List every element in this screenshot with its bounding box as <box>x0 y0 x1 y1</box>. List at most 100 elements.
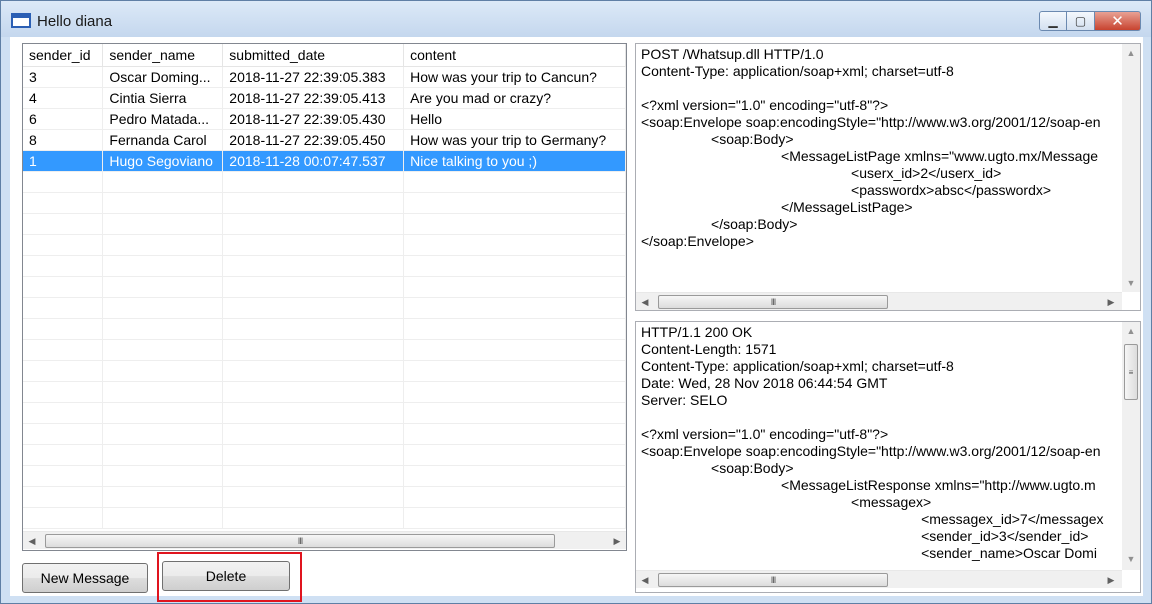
maximize-button[interactable]: ▢ <box>1067 11 1095 31</box>
empty-cell <box>403 234 626 256</box>
cell-sender-name: Hugo Segoviano <box>102 150 224 172</box>
grid-body: 3 Oscar Doming... 2018-11-27 22:39:05.383 H… <box>23 66 626 529</box>
empty-row <box>23 171 626 193</box>
cell-sender-name: Fernanda Carol <box>102 129 224 151</box>
empty-row <box>23 213 626 235</box>
empty-row <box>23 381 626 403</box>
empty-cell <box>102 255 224 277</box>
cell-content: How was your trip to Germany? <box>403 129 626 151</box>
empty-cell <box>102 318 224 340</box>
empty-cell <box>23 234 104 256</box>
cell-submitted-date: 2018-11-27 22:39:05.430 <box>222 108 405 130</box>
scroll-right-icon[interactable]: ▶ <box>1102 571 1120 589</box>
cell-content: How was your trip to Cancun? <box>403 66 626 88</box>
grid-horizontal-scrollbar[interactable]: ◀ III ▶ <box>23 531 626 549</box>
column-header-sender-id[interactable]: sender_id <box>23 44 104 67</box>
cell-sender-id: 3 <box>23 66 104 88</box>
cell-sender-id: 1 <box>23 150 104 172</box>
messages-grid[interactable]: sender_id sender_name submitted_date con… <box>22 43 627 551</box>
scroll-right-icon[interactable]: ▶ <box>1102 293 1120 310</box>
grid-scroll-thumb[interactable]: III <box>45 534 555 548</box>
empty-cell <box>222 486 405 508</box>
empty-cell <box>23 360 104 382</box>
scroll-right-icon[interactable]: ▶ <box>608 532 626 550</box>
cell-sender-id: 4 <box>23 87 104 109</box>
close-button[interactable]: ✕ <box>1095 11 1141 31</box>
scroll-down-icon[interactable]: ▼ <box>1122 550 1140 568</box>
empty-row <box>23 297 626 319</box>
empty-cell <box>222 465 405 487</box>
empty-cell <box>403 318 626 340</box>
empty-cell <box>102 444 224 466</box>
empty-cell <box>23 402 104 424</box>
empty-cell <box>222 276 405 298</box>
table-row[interactable]: 1 Hugo Segoviano 2018-11-28 00:07:47.537 Ni… <box>23 150 626 172</box>
empty-cell <box>222 339 405 361</box>
table-row[interactable]: 6 Pedro Matada... 2018-11-27 22:39:05.430 H… <box>23 108 626 130</box>
table-row[interactable]: 8 Fernanda Carol 2018-11-27 22:39:05.450 Ho… <box>23 129 626 151</box>
response-vertical-scrollbar[interactable]: ▲ ≡ ▼ <box>1122 322 1140 570</box>
empty-row <box>23 507 626 529</box>
empty-cell <box>222 297 405 319</box>
empty-cell <box>403 213 626 235</box>
response-scroll-thumb-h[interactable]: III <box>658 573 888 587</box>
delete-button[interactable]: Delete <box>162 561 290 591</box>
scroll-left-icon[interactable]: ◀ <box>636 571 654 589</box>
empty-row <box>23 234 626 256</box>
request-horizontal-scrollbar[interactable]: ◀ III ▶ <box>636 292 1122 310</box>
empty-cell <box>222 213 405 235</box>
column-header-sender-name[interactable]: sender_name <box>102 44 224 67</box>
empty-cell <box>403 297 626 319</box>
request-vertical-scrollbar[interactable]: ▲ ▼ <box>1122 44 1140 292</box>
empty-cell <box>222 423 405 445</box>
empty-cell <box>403 507 626 529</box>
response-pane[interactable]: HTTP/1.1 200 OK Content-Length: 1571 Con… <box>635 321 1141 593</box>
empty-row <box>23 423 626 445</box>
empty-cell <box>102 234 224 256</box>
empty-cell <box>23 318 104 340</box>
title-bar[interactable]: Hello diana ▁ ▢ ✕ <box>1 1 1151 37</box>
client-area: sender_id sender_name submitted_date con… <box>10 37 1143 602</box>
cell-submitted-date: 2018-11-27 22:39:05.413 <box>222 87 405 109</box>
response-horizontal-scrollbar[interactable]: ◀ III ▶ <box>636 570 1122 588</box>
minimize-button[interactable]: ▁ <box>1039 11 1067 31</box>
empty-cell <box>222 318 405 340</box>
empty-cell <box>102 360 224 382</box>
new-message-button[interactable]: New Message <box>22 563 148 593</box>
empty-cell <box>403 444 626 466</box>
empty-cell <box>23 213 104 235</box>
scroll-left-icon[interactable]: ◀ <box>636 293 654 310</box>
table-row[interactable]: 4 Cintia Sierra 2018-11-27 22:39:05.413 Are… <box>23 87 626 109</box>
empty-cell <box>23 381 104 403</box>
column-header-submitted-date[interactable]: submitted_date <box>222 44 405 67</box>
empty-cell <box>102 276 224 298</box>
empty-row <box>23 192 626 214</box>
request-pane[interactable]: POST /Whatsup.dll HTTP/1.0 Content-Type:… <box>635 43 1141 311</box>
empty-cell <box>403 339 626 361</box>
empty-cell <box>23 276 104 298</box>
empty-cell <box>102 339 224 361</box>
cell-sender-name: Pedro Matada... <box>102 108 224 130</box>
empty-cell <box>23 171 104 193</box>
messages-table: sender_id sender_name submitted_date con… <box>23 44 626 529</box>
empty-cell <box>23 339 104 361</box>
empty-cell <box>403 192 626 214</box>
cell-submitted-date: 2018-11-27 22:39:05.383 <box>222 66 405 88</box>
column-header-content[interactable]: content <box>403 44 626 67</box>
empty-cell <box>102 486 224 508</box>
cell-submitted-date: 2018-11-28 00:07:47.537 <box>222 150 405 172</box>
scroll-down-icon[interactable]: ▼ <box>1122 274 1140 292</box>
scroll-left-icon[interactable]: ◀ <box>23 532 41 550</box>
request-scroll-thumb[interactable]: III <box>658 295 888 309</box>
cell-content: Hello <box>403 108 626 130</box>
empty-row <box>23 486 626 508</box>
empty-cell <box>102 213 224 235</box>
empty-row <box>23 444 626 466</box>
empty-row <box>23 318 626 340</box>
response-scroll-thumb[interactable]: ≡ <box>1124 344 1138 400</box>
table-row[interactable]: 3 Oscar Doming... 2018-11-27 22:39:05.383 H… <box>23 66 626 88</box>
empty-cell <box>222 360 405 382</box>
scroll-up-icon[interactable]: ▲ <box>1122 322 1140 340</box>
empty-cell <box>102 297 224 319</box>
scroll-up-icon[interactable]: ▲ <box>1122 44 1140 62</box>
